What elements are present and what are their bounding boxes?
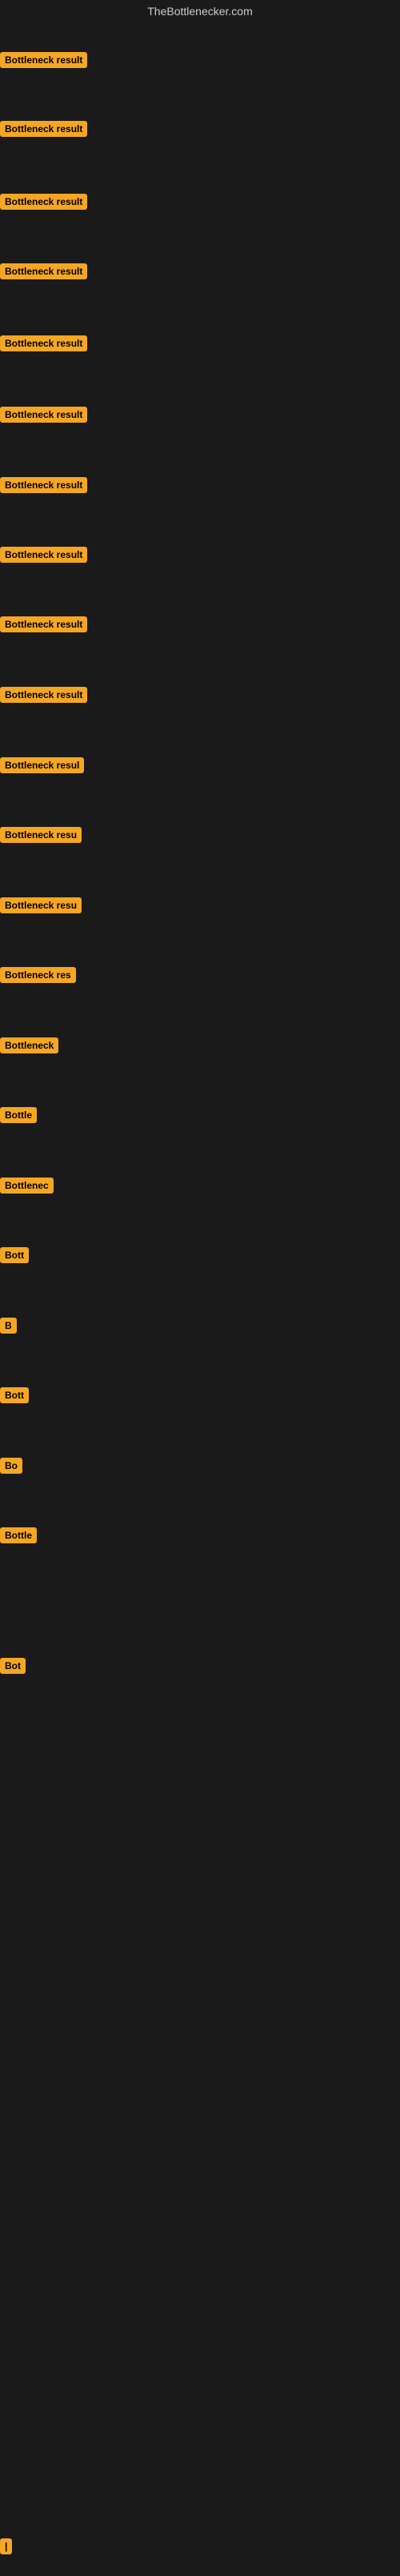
bottleneck-badge-20[interactable]: Bott [0,1387,29,1403]
bottleneck-badge-13[interactable]: Bottleneck resu [0,897,82,913]
bottleneck-badge-22[interactable]: Bottle [0,1527,37,1543]
bottleneck-badge-11[interactable]: Bottleneck resul [0,757,84,773]
bottleneck-badge-17[interactable]: Bottlenec [0,1178,54,1194]
site-title-text: TheBottlenecker.com [147,5,253,18]
bottleneck-badge-6[interactable]: Bottleneck result [0,407,87,423]
bottleneck-badge-12[interactable]: Bottleneck resu [0,827,82,843]
bottleneck-badge-2[interactable]: Bottleneck result [0,121,87,137]
bottleneck-badge-15[interactable]: Bottleneck [0,1037,58,1053]
bottleneck-badge-21[interactable]: Bo [0,1458,22,1474]
bottleneck-badge-18[interactable]: Bott [0,1247,29,1263]
bottleneck-badge-24[interactable]: | [0,2538,12,2554]
bottleneck-badge-16[interactable]: Bottle [0,1107,37,1123]
bottleneck-badge-1[interactable]: Bottleneck result [0,52,87,68]
bottleneck-badge-7[interactable]: Bottleneck result [0,477,87,493]
bottleneck-badge-23[interactable]: Bot [0,1658,26,1674]
bottleneck-badge-5[interactable]: Bottleneck result [0,335,87,351]
site-title: TheBottlenecker.com [0,0,400,22]
bottleneck-badge-14[interactable]: Bottleneck res [0,967,76,983]
bottleneck-badge-19[interactable]: B [0,1318,17,1334]
bottleneck-badge-9[interactable]: Bottleneck result [0,616,87,632]
bottleneck-badge-8[interactable]: Bottleneck result [0,547,87,563]
bottleneck-badge-10[interactable]: Bottleneck result [0,687,87,703]
bottleneck-badge-3[interactable]: Bottleneck result [0,194,87,210]
bottleneck-badge-4[interactable]: Bottleneck result [0,263,87,279]
